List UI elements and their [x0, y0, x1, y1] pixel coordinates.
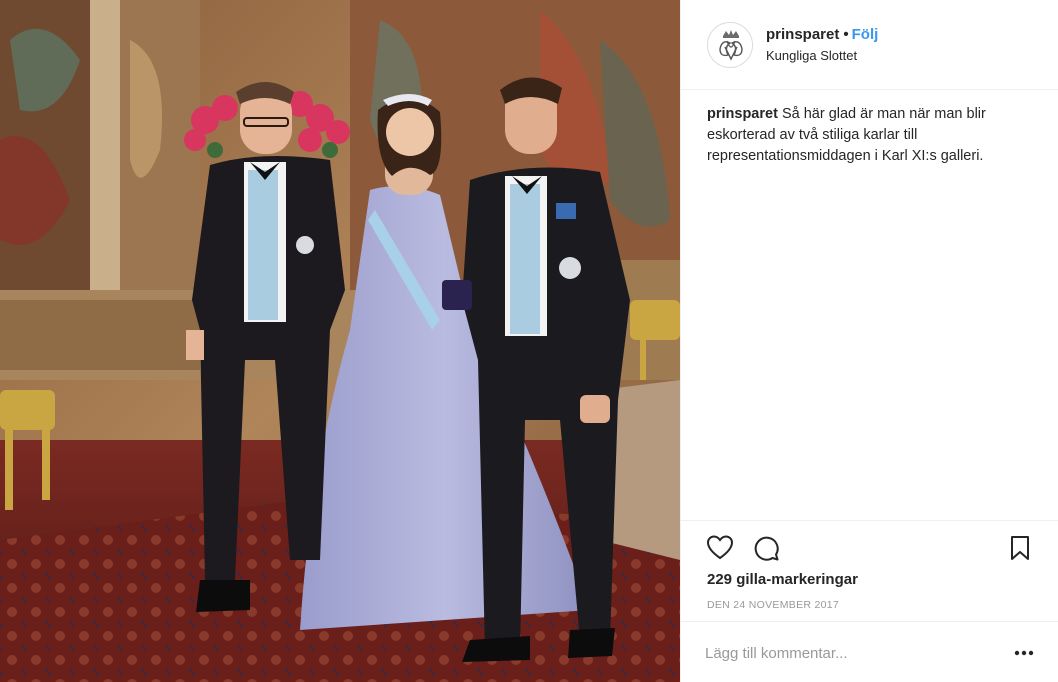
- author-username[interactable]: prinsparet: [766, 26, 839, 43]
- post-actions: 229 gilla-markeringar DEN 24 NOVEMBER 20…: [681, 520, 1058, 682]
- avatar[interactable]: [707, 22, 753, 68]
- post-location[interactable]: Kungliga Slottet: [766, 48, 857, 64]
- post-date: DEN 24 NOVEMBER 2017: [707, 599, 840, 611]
- comment-button[interactable]: [751, 533, 781, 563]
- follow-button[interactable]: Följ: [852, 26, 879, 43]
- post-side-panel: prinsparet • Följ Kungliga Slottet prinspa…: [680, 0, 1058, 682]
- likes-count[interactable]: 229 gilla-markeringar: [707, 571, 858, 588]
- royal-monogram-icon: [708, 23, 752, 67]
- more-options-icon: [1014, 650, 1034, 656]
- bookmark-icon: [1011, 536, 1029, 560]
- speech-bubble-icon: [754, 536, 779, 561]
- author-line: prinsparet • Följ: [766, 26, 878, 44]
- post-photo[interactable]: [0, 0, 680, 682]
- heart-icon: [706, 535, 734, 560]
- comment-input[interactable]: [705, 642, 995, 664]
- post-photo-image: [0, 0, 680, 682]
- like-button[interactable]: [705, 533, 735, 563]
- post-caption: prinsparet Så här glad är man när man bl…: [707, 104, 1037, 167]
- separator-dot: •: [843, 26, 849, 43]
- post-header: prinsparet • Följ Kungliga Slottet: [681, 0, 1058, 90]
- comment-bar: [681, 621, 1058, 682]
- caption-username[interactable]: prinsparet: [707, 106, 778, 122]
- save-button[interactable]: [1005, 533, 1035, 563]
- more-options-button[interactable]: [1011, 642, 1037, 664]
